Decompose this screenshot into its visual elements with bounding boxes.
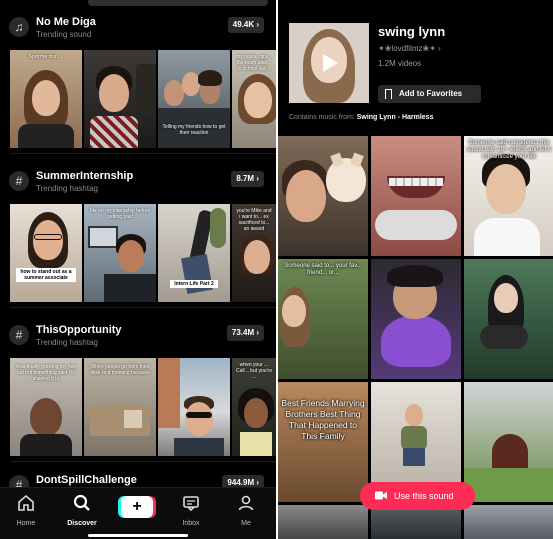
video-tile[interactable]: Someone said outrageous this sound with … <box>464 136 553 256</box>
video-thumbnail[interactable] <box>84 50 156 148</box>
section-title: SummerInternship <box>36 170 134 182</box>
video-thumbnail[interactable]: Intern Life Part 2 <box>158 204 230 302</box>
video-caption: Spot me icon ... <box>28 54 64 60</box>
nav-label: Inbox <box>182 520 200 527</box>
trend-section-thisopportunity: # ThisOpportunity Trending hashtag 73.4M… <box>0 322 276 456</box>
video-tile[interactable] <box>371 505 461 539</box>
video-caption: Me on my internship before getting paid <box>89 208 151 220</box>
video-tile[interactable]: Someone said to... your fav... friend...… <box>278 259 368 379</box>
add-to-favorites-button[interactable]: Add to Favorites <box>378 85 481 103</box>
video-thumbnail[interactable] <box>158 358 230 456</box>
home-indicator <box>88 534 188 537</box>
video-caption: you're Mike and i want to... ex sacrific… <box>236 208 272 232</box>
views-count-badge[interactable]: 49.4K › <box>227 17 264 33</box>
discover-panel: ♫ No Me Diga Trending sound 49.4K › Spot… <box>0 0 276 539</box>
section-subtitle: Trending hashtag <box>36 184 98 193</box>
profile-icon <box>238 495 254 511</box>
video-thumbnail-row: Was finally growing my hair out but some… <box>10 358 276 456</box>
search-icon <box>73 494 90 511</box>
search-bar-edge[interactable] <box>88 0 268 6</box>
video-caption: when your ... Call .. but you're ... <box>236 362 272 380</box>
video-thumbnail[interactable]: Telling my friends how to get their reac… <box>158 50 230 148</box>
video-thumbnail[interactable]: Spot me icon ... <box>10 50 82 148</box>
video-tile[interactable] <box>464 382 553 502</box>
sound-cover-art[interactable] <box>289 23 369 103</box>
section-title: DontSpillChallenge <box>36 474 137 486</box>
views-count: 8.7M <box>236 174 255 183</box>
nav-label: Discover <box>67 520 97 527</box>
video-thumbnail[interactable]: when your ... Call .. but you're ... <box>232 358 276 456</box>
tile-caption: Best Friends Marrying Brothers Best Thin… <box>281 398 365 441</box>
video-thumbnail-row: Spot me icon ... Telling my friends how … <box>10 50 276 148</box>
inbox-icon <box>183 496 199 512</box>
video-tile[interactable] <box>278 505 368 539</box>
bottom-navigation: Home Discover + Inbox Me <box>0 487 276 539</box>
video-tile[interactable]: Best Friends Marrying Brothers Best Thin… <box>278 382 368 502</box>
video-caption: When people go from their desk to a meet… <box>90 364 150 376</box>
bookmark-icon <box>385 89 392 99</box>
sound-video-count: 1.2M videos <box>378 59 422 68</box>
hashtag-icon: # <box>9 171 29 191</box>
sound-page-panel: swing lynn ✶❀lovdfilmz❀✶ › 1.2M videos A… <box>278 0 553 539</box>
section-title: ThisOpportunity <box>36 324 122 336</box>
video-tile[interactable] <box>278 136 368 256</box>
video-thumbnail[interactable]: Was finally growing my hair out but some… <box>10 358 82 456</box>
video-caption: my bestie, gra... the room after... to s… <box>236 54 272 72</box>
tile-caption: Someone said outrageous this sound with … <box>467 140 551 160</box>
create-video-button[interactable]: + <box>121 496 153 518</box>
video-thumbnail[interactable]: you're Mike and i want to... ex sacrific… <box>232 204 276 302</box>
sound-title: swing lynn <box>378 24 446 39</box>
video-tile[interactable] <box>464 505 553 539</box>
section-header[interactable]: # ThisOpportunity Trending hashtag 73.4M… <box>0 322 276 356</box>
nav-discover[interactable]: Discover <box>62 493 102 527</box>
section-divider <box>10 307 276 308</box>
views-count-badge[interactable]: 73.4M › <box>226 325 264 341</box>
views-count: 49.4K <box>232 20 255 29</box>
create-plus-icon: + <box>132 498 142 515</box>
trend-section-no-me-diga: ♫ No Me Diga Trending sound 49.4K › Spot… <box>0 14 276 148</box>
video-caption: Intern Life Part 2 <box>170 280 218 288</box>
nav-home[interactable]: Home <box>6 493 46 527</box>
contains-prefix: Contains music from: <box>289 114 355 121</box>
video-caption: how to stand out as a summer associate <box>16 268 76 282</box>
video-thumbnail-row: how to stand out as a summer associate M… <box>10 204 276 302</box>
video-tile[interactable] <box>371 136 461 256</box>
video-thumbnail[interactable]: my bestie, gra... the room after... to s… <box>232 50 276 148</box>
play-icon[interactable] <box>318 52 340 74</box>
nav-inbox[interactable]: Inbox <box>171 493 211 527</box>
contains-track-link[interactable]: Swing Lynn - Harmless <box>357 114 434 121</box>
favorites-label: Add to Favorites <box>399 89 463 98</box>
section-divider <box>10 461 276 462</box>
nav-me[interactable]: Me <box>226 493 266 527</box>
contains-music-line: Contains music from: Swing Lynn - Harmle… <box>289 114 433 121</box>
tile-caption: Someone said to... your fav... friend...… <box>284 263 362 276</box>
views-count: 73.4M <box>231 328 255 337</box>
home-icon <box>18 494 34 511</box>
use-this-sound-button[interactable]: Use this sound <box>360 482 475 510</box>
views-count-badge[interactable]: 8.7M › <box>231 171 264 187</box>
video-thumbnail[interactable]: Me on my internship before getting paid <box>84 204 156 302</box>
section-header[interactable]: ♫ No Me Diga Trending sound 49.4K › <box>0 14 276 48</box>
video-caption: Was finally growing my hair out but some… <box>15 364 77 382</box>
video-tile[interactable] <box>464 259 553 379</box>
section-title: No Me Diga <box>36 16 96 28</box>
section-header[interactable]: # SummerInternship Trending hashtag 8.7M… <box>0 168 276 202</box>
nav-label: Home <box>16 520 36 527</box>
sound-video-grid: Someone said outrageous this sound with … <box>278 136 553 539</box>
section-subtitle: Trending sound <box>36 30 92 39</box>
video-tile[interactable] <box>371 259 461 379</box>
sound-author-link[interactable]: ✶❀lovdfilmz❀✶ › <box>378 44 441 53</box>
video-caption: Telling my friends how to get their reac… <box>162 124 226 136</box>
trend-section-summerinternship: # SummerInternship Trending hashtag 8.7M… <box>0 168 276 302</box>
use-sound-label: Use this sound <box>394 491 454 501</box>
music-note-icon: ♫ <box>9 17 29 37</box>
video-thumbnail[interactable]: When people go from their desk to a meet… <box>84 358 156 456</box>
views-count: 944.9M <box>227 478 255 487</box>
video-camera-icon <box>375 491 387 500</box>
video-thumbnail[interactable]: how to stand out as a summer associate <box>10 204 82 302</box>
section-subtitle: Trending hashtag <box>36 338 98 347</box>
section-divider <box>10 153 276 154</box>
hashtag-icon: # <box>9 325 29 345</box>
nav-label: Me <box>241 520 251 527</box>
